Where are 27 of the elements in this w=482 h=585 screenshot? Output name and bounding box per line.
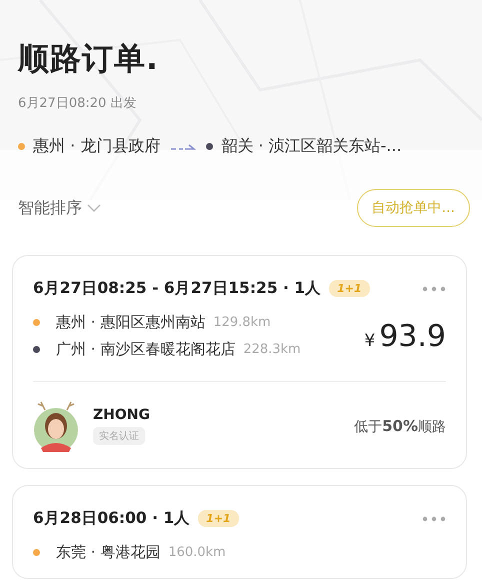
chevron-down-icon <box>86 203 102 213</box>
stop-distance: 160.0km <box>168 545 226 560</box>
avatar-icon <box>33 400 79 452</box>
page-title: 顺路订单. <box>18 40 159 79</box>
order-card[interactable]: 6月27日08:25 - 6月27日15:25 · 1人 1+1 惠州 · 惠阳区惠州南站 129.8km 广州 · 南沙区春暖花阁花店 228.3km ¥93.9 ZHONG 实名认证 低于50%顺路 <box>12 255 467 469</box>
more-icon[interactable] <box>422 286 446 292</box>
origin-text: 惠州 · 龙门县政府 <box>33 136 160 157</box>
match-note: 低于50%顺路 <box>354 416 446 436</box>
verified-tag: 实名认证 <box>93 427 145 445</box>
currency-symbol: ¥ <box>364 330 376 350</box>
trip-time: 6月28日06:00 · 1人 <box>33 508 190 529</box>
stop-place: 东莞 · 粤港花园 <box>56 543 160 562</box>
stop-place: 广州 · 南沙区春暖花阁花店 <box>56 340 236 359</box>
more-icon[interactable] <box>422 516 446 522</box>
sort-dropdown[interactable]: 智能排序 <box>18 198 102 218</box>
price-text: 93.9 <box>379 318 446 354</box>
trip-time: 6月27日08:25 - 6月27日15:25 · 1人 <box>33 278 322 299</box>
stop-distance: 129.8km <box>213 315 271 330</box>
order-card[interactable]: 6月28日06:00 · 1人 1+1 东莞 · 粤港花园 160.0km <box>12 485 467 579</box>
arrow-icon <box>170 142 196 152</box>
destination-text: 韶关 · 浈江区韶关东站-... <box>221 136 402 157</box>
seat-badge: 1+1 <box>198 510 239 527</box>
seat-badge: 1+1 <box>329 280 370 297</box>
departure-time: 6月27日08:20 出发 <box>18 95 136 112</box>
user-name: ZHONG <box>93 407 150 423</box>
stop-distance: 228.3km <box>243 342 301 357</box>
stop-place: 惠州 · 惠阳区惠州南站 <box>56 313 206 332</box>
